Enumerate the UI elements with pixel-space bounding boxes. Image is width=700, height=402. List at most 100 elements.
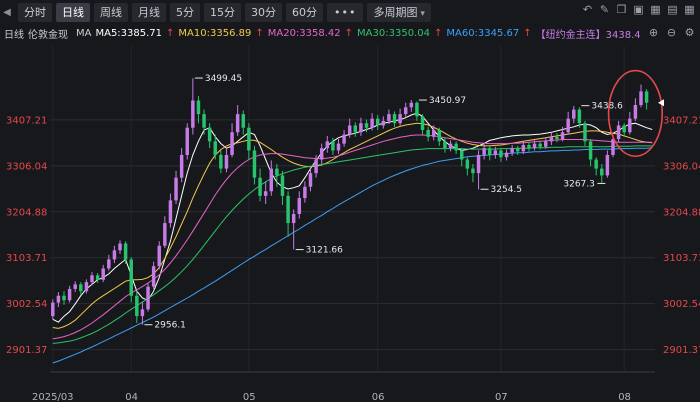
- y-tick-label-right: 3103.71: [663, 253, 700, 264]
- candle-down: [241, 114, 246, 128]
- y-tick-label-right: 3306.04: [663, 161, 700, 172]
- candle-down: [594, 159, 598, 169]
- candle-down: [331, 141, 335, 151]
- candle-up: [118, 243, 122, 251]
- annotation-label: 2956.1: [154, 321, 186, 331]
- candle-up: [163, 223, 167, 246]
- candle-up: [291, 213, 296, 224]
- period-tab-timeshare[interactable]: 分时: [18, 2, 52, 22]
- candle-up: [151, 266, 156, 287]
- period-tab-weekly[interactable]: 周线: [94, 2, 128, 22]
- ma5-value: MA5:3385.71: [95, 27, 163, 39]
- zoom-in-icon[interactable]: ⊕: [647, 26, 660, 40]
- candle-down: [286, 195, 290, 224]
- period-tab-daily[interactable]: 日线: [56, 2, 90, 22]
- y-tick-label-left: 3103.71: [6, 253, 47, 264]
- candle-down: [426, 129, 430, 137]
- legend-tools: ⊕ ⊖ ⚙: [647, 26, 696, 40]
- candle-down: [538, 143, 542, 147]
- candle-down: [353, 125, 358, 133]
- candle-up: [611, 139, 615, 155]
- more-periods-button[interactable]: •••: [327, 2, 364, 22]
- undo-icon[interactable]: ↶: [581, 3, 594, 17]
- candle-up: [633, 105, 638, 119]
- ma10-value: MA10:3356.89: [178, 27, 252, 39]
- candle-down: [129, 259, 133, 296]
- x-tick-label: 08: [618, 392, 631, 402]
- candle-up: [319, 148, 324, 160]
- candle-down: [465, 159, 470, 169]
- candle-down: [62, 295, 66, 301]
- candle-up: [84, 282, 89, 292]
- candle-up: [347, 125, 352, 135]
- multi-period-dropdown[interactable]: 多周期图: [367, 2, 431, 22]
- candle-down: [471, 168, 475, 174]
- candle-up: [51, 302, 55, 317]
- candle-up: [297, 198, 302, 214]
- screenshot-icon[interactable]: ▣: [632, 3, 645, 17]
- candle-up: [359, 123, 363, 133]
- period-tab-30min[interactable]: 30分: [245, 2, 282, 22]
- ma60-up-arrow-icon: ↑: [523, 27, 532, 39]
- candle-up: [387, 114, 391, 121]
- candle-up: [398, 114, 402, 124]
- period-tab-monthly[interactable]: 月线: [132, 2, 166, 22]
- layout-icon[interactable]: ▤: [666, 3, 679, 17]
- candle-down: [275, 168, 279, 176]
- candle-up: [381, 120, 386, 126]
- candle-down: [202, 114, 206, 128]
- ma60-line: [52, 147, 653, 364]
- toolbar-prev-arrow-icon[interactable]: ◀: [0, 3, 14, 22]
- annotation-label: 3438.6: [591, 102, 623, 112]
- candle-up: [532, 143, 537, 149]
- ma60-value: MA60:3345.67: [446, 27, 520, 39]
- candle-down: [622, 125, 626, 133]
- grid-icon[interactable]: ▦: [683, 3, 696, 17]
- candle-down: [392, 114, 397, 124]
- candle-down: [443, 141, 447, 149]
- y-tick-label-left: 3407.21: [6, 115, 47, 126]
- draw-tool-icon[interactable]: ✎: [598, 3, 611, 17]
- y-tick-label-left: 3204.88: [6, 207, 47, 218]
- candle-up: [409, 102, 414, 108]
- candle-down: [280, 175, 285, 196]
- candle-up: [605, 154, 610, 176]
- candle-up: [235, 114, 240, 133]
- candle-down: [252, 150, 257, 178]
- candle-down: [583, 123, 587, 142]
- toolbar-tools: ↶ ✎ ❐ ▣ ▦ ▤ ▦: [581, 3, 696, 17]
- candle-up: [560, 132, 565, 140]
- candle-up: [628, 118, 632, 133]
- annotation-label: 3254.5: [491, 185, 522, 195]
- candle-up: [616, 125, 621, 140]
- candle-up: [493, 150, 498, 155]
- candle-down: [459, 150, 464, 160]
- candle-up: [140, 309, 145, 317]
- candle-down: [415, 102, 419, 117]
- candle-up: [549, 136, 554, 142]
- candle-up: [73, 284, 77, 289]
- candle-up: [510, 148, 514, 153]
- candle-up: [544, 141, 548, 147]
- copy-icon[interactable]: ❐: [615, 3, 628, 17]
- candle-down: [375, 118, 380, 126]
- settings-icon[interactable]: ⚙: [683, 26, 696, 40]
- x-tick-label: 07: [495, 392, 508, 402]
- period-label: 日线: [4, 29, 24, 41]
- candle-up: [112, 250, 117, 260]
- candle-up: [185, 127, 189, 155]
- instrument-label: 伦敦金现: [28, 29, 68, 41]
- zoom-out-icon[interactable]: ⊖: [665, 26, 678, 40]
- candle-up: [56, 295, 61, 303]
- candle-up: [107, 259, 111, 269]
- ny-gold-value: 【纽约金主连】3438.4: [535, 29, 641, 41]
- candle-up: [403, 107, 408, 115]
- candle-up: [67, 288, 72, 301]
- period-tab-5min[interactable]: 5分: [170, 2, 200, 22]
- period-tab-60min[interactable]: 60分: [286, 2, 323, 22]
- y-tick-label-right: 3407.21: [663, 115, 700, 126]
- calendar-icon[interactable]: ▦: [649, 3, 662, 17]
- x-tick-label: 05: [243, 392, 256, 402]
- candlestick-chart[interactable]: 3499.45 3121.66 3450.97 3254.5 3438.6 3267.3 2…: [0, 42, 700, 402]
- period-tab-15min[interactable]: 15分: [204, 2, 241, 22]
